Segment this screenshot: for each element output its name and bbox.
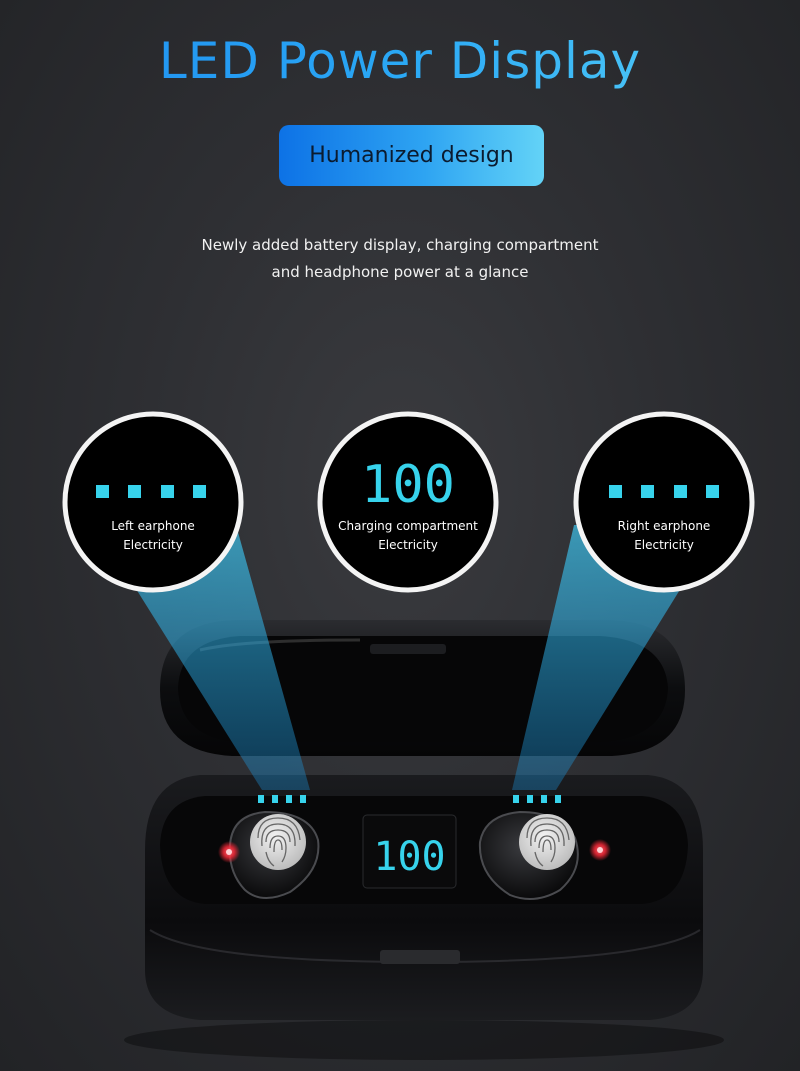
charging-compartment-label: Charging compartment Electricity: [323, 517, 493, 555]
right-earphone-line2: Electricity: [634, 538, 694, 552]
left-earphone-callout: [62, 411, 244, 593]
left-earphone-line1: Left earphone: [111, 519, 195, 533]
right-earphone-label: Right earphone Electricity: [579, 517, 749, 555]
charging-compartment-callout: 100: [317, 411, 499, 593]
compartment-line2: Electricity: [378, 538, 438, 552]
compartment-reading: 100: [361, 455, 455, 515]
right-earphone-callout: [573, 411, 755, 593]
left-earphone-line2: Electricity: [123, 538, 183, 552]
case-display-reading: 100: [373, 834, 445, 880]
right-touch-pad: [519, 814, 575, 870]
left-earphone-label: Left earphone Electricity: [68, 517, 238, 555]
right-earphone-line1: Right earphone: [617, 519, 711, 533]
compartment-line1: Charging compartment: [338, 519, 478, 533]
case-led-display: 100: [362, 814, 457, 889]
left-touch-pad: [250, 814, 306, 870]
